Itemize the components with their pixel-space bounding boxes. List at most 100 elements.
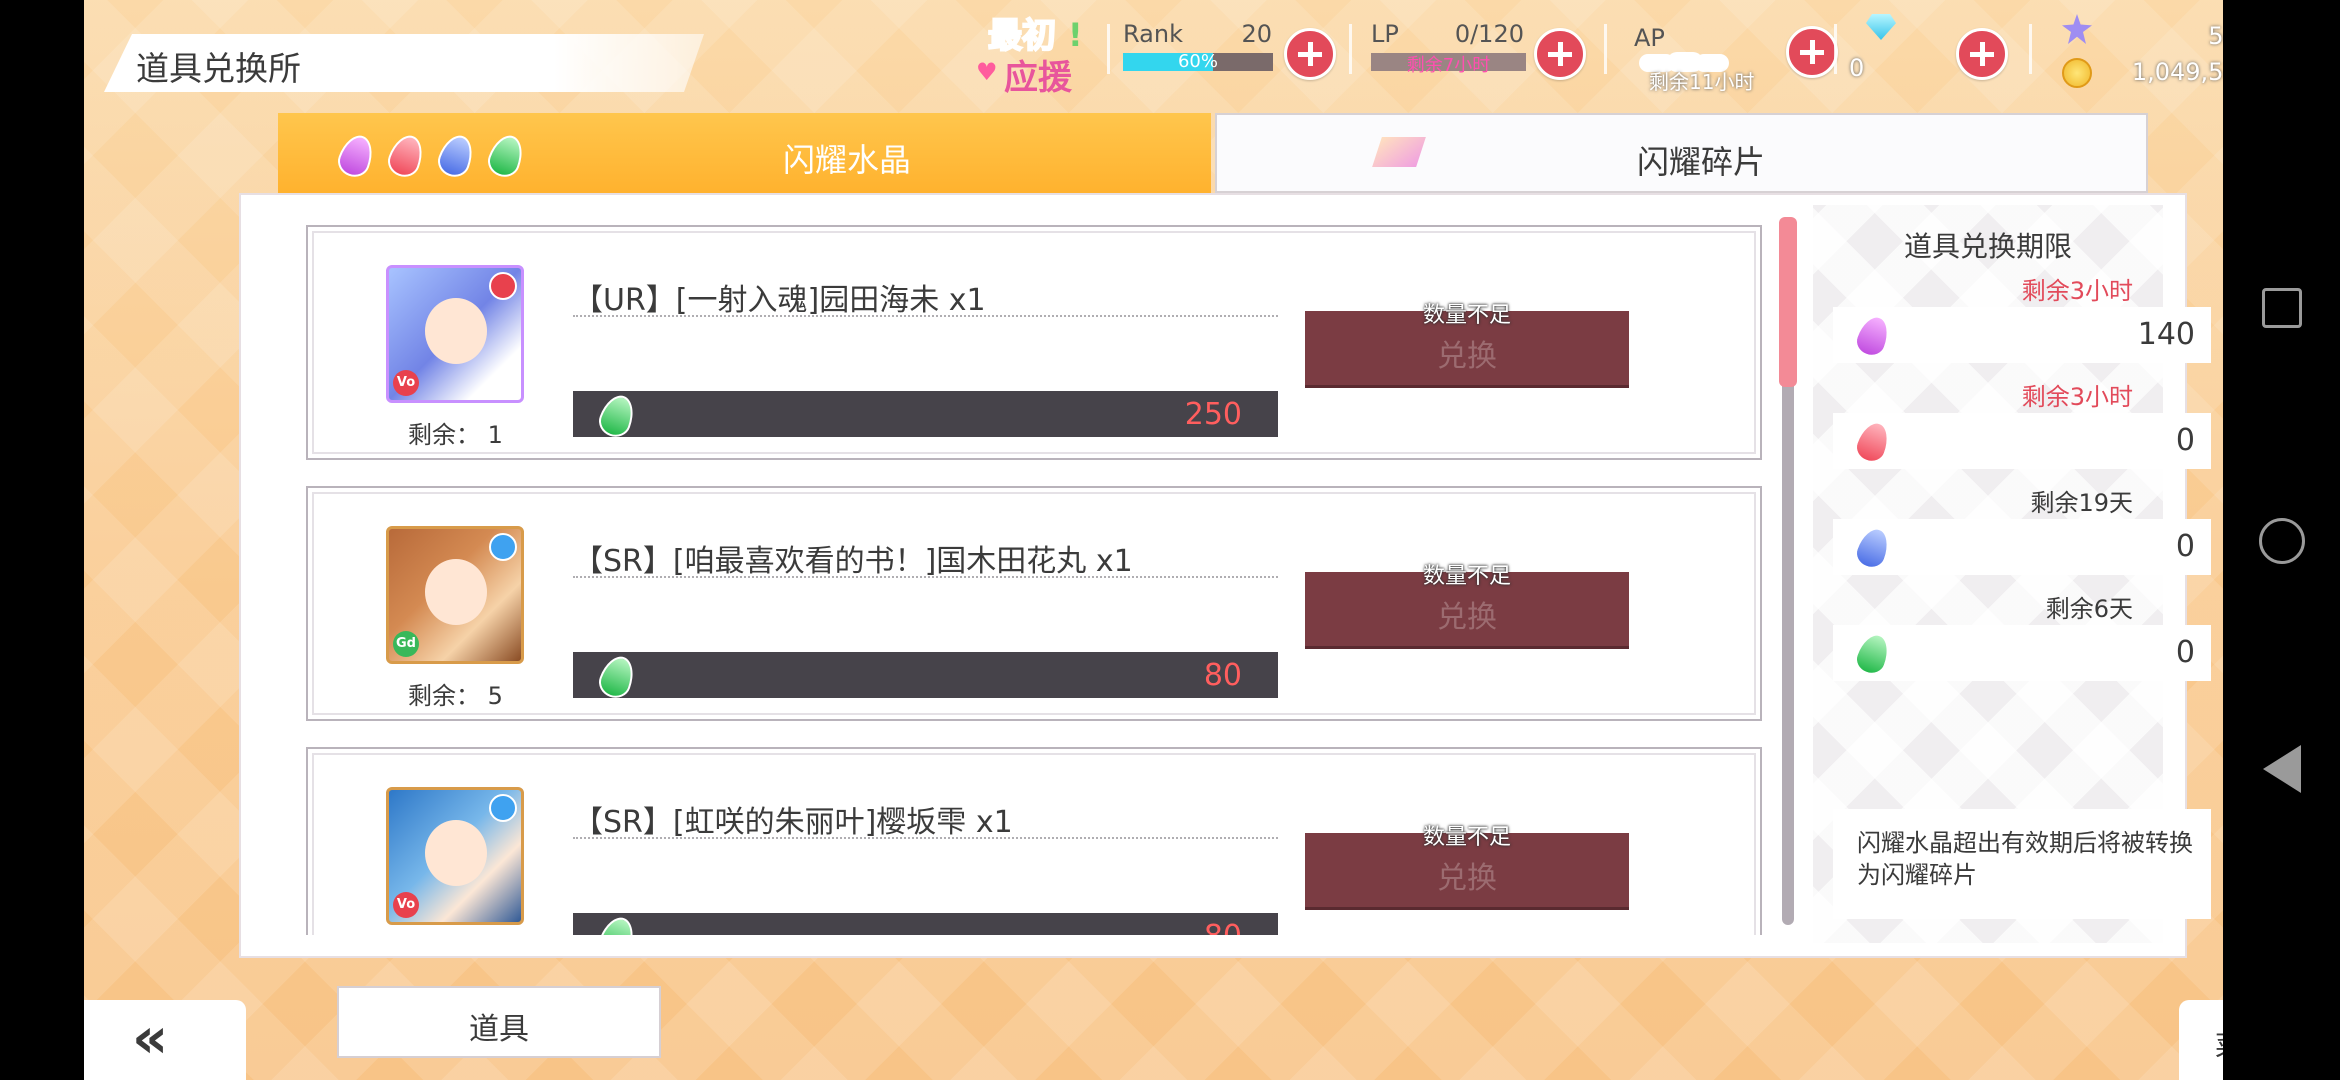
gems-plus-button[interactable] — [1956, 28, 2008, 80]
lp-sub: 剩余7小时 — [1406, 55, 1491, 76]
menu-button[interactable]: 菜单 — [2179, 1000, 2223, 1080]
fragment-icon — [1372, 137, 1426, 167]
lp-bar: 剩余7小时 — [1371, 53, 1526, 76]
expiry-note: 闪耀水晶超出有效期后将被转换为闪耀碎片 — [1857, 829, 2193, 889]
divider — [573, 837, 1278, 839]
character-portrait — [425, 298, 487, 364]
cost-value: 80 — [1204, 919, 1242, 935]
divider — [1834, 24, 1837, 74]
remaining-count: 剩余： 5 — [408, 682, 503, 710]
exchange-list[interactable]: Vo 剩余： 1 【UR】[一射入魂]园田海未 x1 250 兑换 数量不足 G… — [306, 215, 1776, 935]
page-title: 道具兑换所 — [136, 49, 301, 88]
rank-progress-bar: 60% — [1123, 51, 1273, 72]
exchange-button-label: 兑换 — [1437, 600, 1497, 635]
blue-gem-icon — [1850, 522, 1896, 574]
back-button[interactable]: « — [84, 1000, 246, 1080]
gold-value: 1,049,525 — [2131, 58, 2223, 86]
item-name: 【SR】[咱最喜欢看的书！]国木田花丸 x1 — [573, 544, 1133, 579]
item-name: 【UR】[一射入魂]园田海未 x1 — [573, 283, 986, 318]
double-chevron-left-icon: « — [132, 1006, 169, 1071]
exclamation-icon: ! — [1068, 16, 1083, 54]
list-item: Vo 【SR】[虹咲的朱丽叶]樱坂雫 x1 80 兑换 数量不足 — [306, 747, 1762, 935]
divider — [1107, 24, 1110, 74]
list-item: Vo 剩余： 1 【UR】[一射入魂]园田海未 x1 250 兑换 数量不足 — [306, 225, 1762, 460]
green-gem-icon — [594, 912, 640, 935]
gold-coin-icon — [2062, 58, 2092, 88]
expiry-time: 剩余19天 — [2030, 489, 2133, 517]
count-value: 0 — [2175, 635, 2195, 670]
system-navigation-bar — [2223, 0, 2340, 1080]
divider — [1349, 24, 1352, 74]
expiry-time: 剩余6天 — [2045, 595, 2133, 623]
character-portrait — [425, 820, 487, 886]
remaining-count: 剩余： 1 — [408, 421, 503, 449]
tab-shining-crystal[interactable]: 闪耀水晶 — [278, 113, 1211, 193]
logo-art-2: 应援 — [1004, 58, 1072, 98]
star-gem-icon — [2062, 14, 2092, 44]
divider — [573, 576, 1278, 578]
expiry-time: 剩余3小时 — [2021, 277, 2133, 305]
exchange-button-label: 兑换 — [1437, 339, 1497, 374]
insufficient-note: 数量不足 — [1422, 825, 1511, 850]
cost-bar: 80 — [573, 912, 1278, 935]
green-gem-icon — [594, 651, 640, 703]
scroll-thumb[interactable] — [1779, 217, 1797, 387]
expiry-panel: 道具兑换期限 剩余3小时 140 剩余3小时 0 剩余19天 0 剩余6天 0 … — [1813, 205, 2211, 943]
card-thumbnail[interactable]: Vo — [386, 265, 524, 403]
crystal-count: 140 — [1833, 307, 2211, 363]
card-thumbnail[interactable]: Vo — [386, 787, 524, 925]
list-scrollbar[interactable] — [1779, 217, 1797, 925]
insufficient-note: 数量不足 — [1422, 303, 1511, 328]
tab-shining-fragment[interactable]: 闪耀碎片 — [1215, 113, 2148, 193]
cost-value: 80 — [1203, 658, 1242, 693]
home-icon[interactable] — [2258, 518, 2305, 564]
crystal-count: 0 — [1833, 519, 2211, 575]
items-button-label: 道具 — [469, 1012, 529, 1047]
game-screen: 道具兑换所 最初 ♥ 应援 ! Rank 20 60% LP 0/120 剩余7… — [84, 0, 2223, 1080]
green-gem-icon — [594, 390, 640, 442]
recent-apps-icon[interactable] — [2261, 288, 2302, 328]
expiry-time: 剩余3小时 — [2021, 383, 2133, 411]
blue-gem-icon — [433, 130, 479, 182]
purple-gem-icon — [333, 130, 379, 182]
menu-button-label: 菜单 — [2179, 1024, 2223, 1064]
red-gem-icon — [1850, 416, 1896, 468]
character-portrait — [425, 559, 487, 625]
green-gem-icon — [483, 130, 529, 182]
count-value: 0 — [2175, 423, 2195, 458]
insufficient-note: 数量不足 — [1422, 564, 1511, 589]
attribute-icon — [489, 272, 517, 300]
attribute-icon — [489, 794, 517, 822]
ap-plus-button[interactable] — [1786, 26, 1838, 78]
lp-plus-button[interactable] — [1534, 28, 1586, 80]
crystal-count: 0 — [1833, 625, 2211, 681]
divider — [1604, 24, 1607, 74]
rank-progress-text: 60% — [1177, 51, 1218, 72]
star-gems-value: 508 — [2208, 22, 2223, 50]
items-button[interactable]: 道具 — [337, 986, 661, 1058]
red-gem-icon — [383, 130, 429, 182]
item-name: 【SR】[虹咲的朱丽叶]樱坂雫 x1 — [573, 805, 1013, 840]
event-logo[interactable]: 最初 ♥ 应援 ! — [974, 8, 1094, 100]
count-value: 140 — [2137, 317, 2195, 352]
ap-sub: 剩余11小时 — [1649, 70, 1755, 94]
cost-bar: 80 — [573, 651, 1278, 703]
heart-icon: ♥ — [976, 58, 998, 86]
expiry-title: 道具兑换期限 — [1903, 230, 2072, 263]
rank-value: 20 — [1241, 20, 1272, 48]
purple-gem-icon — [1850, 310, 1896, 362]
card-thumbnail[interactable]: Gd — [386, 526, 524, 664]
gems-value: 0 — [1849, 54, 1865, 82]
exchange-button-label: 兑换 — [1437, 861, 1497, 896]
crystal-count: 0 — [1833, 413, 2211, 469]
expiry-note-box: 闪耀水晶超出有效期后将被转换为闪耀碎片 — [1833, 809, 2211, 919]
diamond-icon — [1866, 14, 1896, 40]
attribute-icon — [489, 533, 517, 561]
rank-plus-button[interactable] — [1284, 28, 1336, 80]
type-badge: Gd — [393, 631, 419, 657]
lp-value: 0/120 — [1454, 20, 1524, 48]
type-badge: Vo — [393, 892, 419, 918]
back-icon[interactable] — [2262, 745, 2301, 793]
divider — [2029, 24, 2032, 74]
lp-label: LP — [1371, 20, 1399, 48]
